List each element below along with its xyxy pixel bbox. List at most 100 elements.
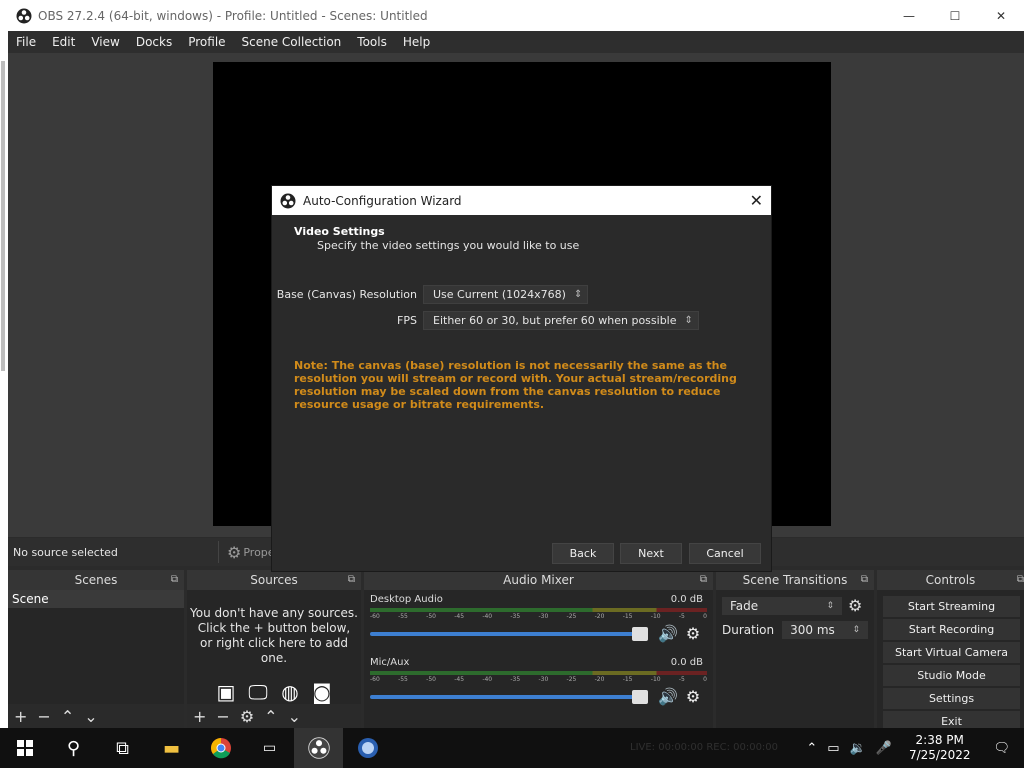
scene-list-item[interactable]: Scene — [8, 590, 184, 608]
empty-sources-line-3: or right click here to add one. — [199, 636, 349, 665]
undock-icon[interactable]: ⧉ — [171, 574, 178, 585]
speaker-icon[interactable]: 🔊 — [658, 624, 678, 643]
mixer-header: Audio Mixer ⧉ — [364, 570, 713, 590]
duration-value: 300 ms — [790, 623, 835, 637]
obs-taskbar-icon[interactable] — [294, 728, 343, 768]
chevron-updown-icon: ⇕ — [826, 600, 834, 611]
clock-time: 2:38 PM — [915, 733, 964, 747]
transition-value: Fade — [730, 598, 759, 613]
task-view-icon[interactable]: ⧉ — [98, 728, 147, 768]
remove-source-icon[interactable]: − — [216, 707, 229, 726]
gear-icon[interactable]: ⚙ — [686, 687, 700, 706]
obs-logo-icon — [307, 737, 330, 759]
sources-toolbar: + − ⚙ ⌃ ⌄ — [187, 704, 361, 728]
notifications-icon[interactable]: 🗨 — [993, 741, 1010, 756]
menu-view[interactable]: View — [83, 35, 127, 49]
status-ghost-text: LIVE: 00:00:00 REC: 00:00:00 — [630, 742, 779, 753]
add-scene-icon[interactable]: + — [14, 707, 27, 726]
chrome-logo-icon — [210, 738, 231, 759]
gear-icon[interactable]: ⚙ — [848, 596, 862, 615]
gear-icon[interactable]: ⚙ — [686, 624, 700, 643]
system-tray: ⌃ ▭ 🔉 🎤 2:38 PM 7/25/2022 🗨 — [801, 728, 1024, 768]
move-up-icon[interactable]: ⌃ — [264, 707, 277, 726]
chevron-up-icon[interactable]: ⌃ — [806, 741, 817, 756]
move-down-icon[interactable]: ⌄ — [288, 707, 301, 726]
cancel-button[interactable]: Cancel — [689, 543, 761, 564]
empty-sources-line-2: Click the + button below, — [197, 621, 351, 635]
resolution-select[interactable]: Use Current (1024x768) ⇕ — [423, 285, 589, 304]
network-icon[interactable]: ▭ — [827, 741, 839, 756]
terminal-icon[interactable]: ▭ — [245, 728, 294, 768]
maximize-button[interactable]: ☐ — [932, 0, 978, 31]
back-button[interactable]: Back — [552, 543, 614, 564]
volume-slider[interactable] — [370, 626, 648, 641]
obs-logo-icon — [280, 193, 296, 208]
duration-spinbox[interactable]: 300 ms ⇕ — [782, 621, 868, 639]
slider-handle[interactable] — [632, 689, 648, 704]
chevron-updown-icon: ⇕ — [684, 315, 693, 326]
menu-scene-collection[interactable]: Scene Collection — [234, 35, 350, 49]
dialog-subheading: Specify the video settings you would lik… — [317, 239, 580, 252]
browser-source-icon: ◍ — [281, 680, 299, 704]
transition-select[interactable]: Fade ⇕ — [722, 596, 842, 615]
start-button[interactable] — [0, 728, 49, 768]
source-settings-icon[interactable]: ⚙ — [240, 707, 254, 726]
track-db: 0.0 dB — [670, 594, 703, 605]
obs-logo-icon — [16, 8, 32, 23]
microphone-icon[interactable]: 🎤 — [876, 741, 892, 756]
search-icon[interactable]: ⚲ — [49, 728, 98, 768]
speaker-icon[interactable]: 🔊 — [658, 687, 678, 706]
add-source-icon[interactable]: + — [193, 707, 206, 726]
menu-edit[interactable]: Edit — [44, 35, 83, 49]
remove-scene-icon[interactable]: − — [37, 707, 50, 726]
scrollbar[interactable] — [1, 61, 5, 371]
move-down-icon[interactable]: ⌄ — [84, 707, 97, 726]
fps-label: FPS — [397, 314, 417, 327]
dialog-titlebar: Auto-Configuration Wizard ✕ — [272, 186, 771, 215]
controls-dock: Controls ⧉ Start Streaming Start Recordi… — [877, 570, 1024, 732]
minimize-button[interactable]: — — [886, 0, 932, 31]
track-db: 0.0 dB — [670, 657, 703, 668]
clock-date: 7/25/2022 — [908, 748, 971, 762]
meter-ticks: -60 -55 -50 -45 -40 -35 -30 -25 -20 -15 -10 -5 0 — [370, 613, 707, 620]
image-source-icon: ▣ — [216, 680, 236, 704]
app-taskbar-icon[interactable] — [343, 728, 392, 768]
spin-arrows-icon[interactable]: ⇕ — [852, 625, 860, 635]
undock-icon[interactable]: ⧉ — [1017, 574, 1024, 585]
file-explorer-icon[interactable]: ▬ — [147, 728, 196, 768]
menu-docks[interactable]: Docks — [128, 35, 180, 49]
windows-taskbar: ⚲ ⧉ ▬ ▭ LIVE: 00:00:00 REC: 00:00:00 ⌃ ▭… — [0, 728, 1024, 768]
fps-select[interactable]: Either 60 or 30, but prefer 60 when poss… — [423, 311, 699, 330]
menu-file[interactable]: File — [8, 35, 44, 49]
dialog-close-button[interactable]: ✕ — [750, 191, 763, 210]
sources-list[interactable]: You don't have any sources. Click the + … — [187, 590, 361, 728]
settings-button[interactable]: Settings — [883, 688, 1020, 709]
gear-icon: ⚙ — [227, 542, 242, 562]
menu-tools[interactable]: Tools — [349, 35, 395, 49]
next-button[interactable]: Next — [620, 543, 682, 564]
volume-icon[interactable]: 🔉 — [850, 741, 866, 756]
window-titlebar: OBS 27.2.4 (64-bit, windows) - Profile: … — [0, 0, 1024, 31]
dialog-heading: Video Settings — [294, 225, 385, 238]
menu-bar: File Edit View Docks Profile Scene Colle… — [8, 31, 1024, 53]
start-streaming-button[interactable]: Start Streaming — [883, 596, 1020, 617]
camera-source-icon: ◙ — [312, 680, 332, 704]
menu-help[interactable]: Help — [395, 35, 438, 49]
transitions-title: Scene Transitions — [742, 573, 848, 587]
chrome-icon[interactable] — [196, 728, 245, 768]
start-recording-button[interactable]: Start Recording — [883, 619, 1020, 640]
undock-icon[interactable]: ⧉ — [700, 574, 707, 585]
slider-handle[interactable] — [632, 626, 648, 641]
no-source-label: No source selected — [13, 545, 118, 559]
audio-mixer-dock: Audio Mixer ⧉ Desktop Audio 0.0 dB -60 -5… — [364, 570, 713, 728]
studio-mode-button[interactable]: Studio Mode — [883, 665, 1020, 686]
close-window-button[interactable]: ✕ — [978, 0, 1024, 31]
undock-icon[interactable]: ⧉ — [861, 574, 868, 585]
undock-icon[interactable]: ⧉ — [348, 574, 355, 585]
start-virtual-camera-button[interactable]: Start Virtual Camera — [883, 642, 1020, 663]
volume-slider[interactable] — [370, 689, 648, 704]
menu-profile[interactable]: Profile — [180, 35, 233, 49]
clock[interactable]: 2:38 PM 7/25/2022 — [909, 733, 971, 763]
scenes-toolbar: + − ⌃ ⌄ — [8, 704, 184, 728]
move-up-icon[interactable]: ⌃ — [61, 707, 74, 726]
